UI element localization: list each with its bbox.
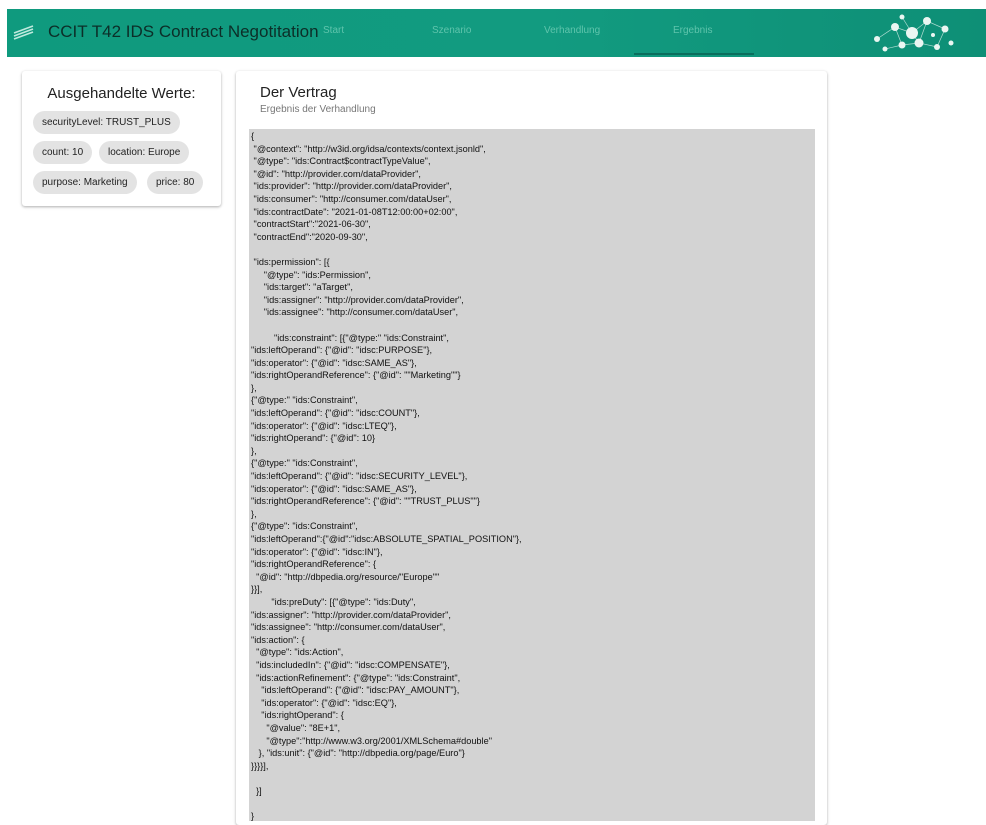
nav-tab-ergebnis[interactable]: Ergebnis — [673, 25, 712, 36]
contract-json-textarea[interactable]: { "@context": "http://w3id.org/idsa/cont… — [249, 129, 815, 821]
chip-location: location: Europe — [99, 141, 190, 164]
active-tab-indicator — [634, 53, 754, 55]
stripes-logo-icon[interactable] — [13, 24, 35, 40]
chip-price: price: 80 — [147, 171, 204, 194]
contract-title: Der Vertrag — [260, 84, 337, 101]
nav-tab-start[interactable]: Start — [323, 25, 344, 36]
contract-subtitle: Ergebnis der Verhandlung — [260, 104, 376, 115]
app-title: CCIT T42 IDS Contract Negotitation — [48, 22, 319, 41]
contract-card: Der Vertrag Ergebnis der Verhandlung { "… — [236, 71, 827, 825]
nav-tab-szenario[interactable]: Szenario — [432, 25, 471, 36]
network-graphic — [874, 14, 954, 52]
chip-purpose: purpose: Marketing — [33, 171, 137, 194]
negotiated-values-title: Ausgehandelte Werte: — [47, 85, 196, 102]
chip-count: count: 10 — [33, 141, 93, 164]
nav-tab-verhandlung[interactable]: Verhandlung — [544, 25, 600, 36]
negotiated-values-card: Ausgehandelte Werte: securityLevel: TRUS… — [22, 71, 221, 206]
app-header: CCIT T42 IDS Contract Negotitation Start… — [7, 9, 986, 57]
chip-security-level: securityLevel: TRUST_PLUS — [33, 111, 180, 134]
